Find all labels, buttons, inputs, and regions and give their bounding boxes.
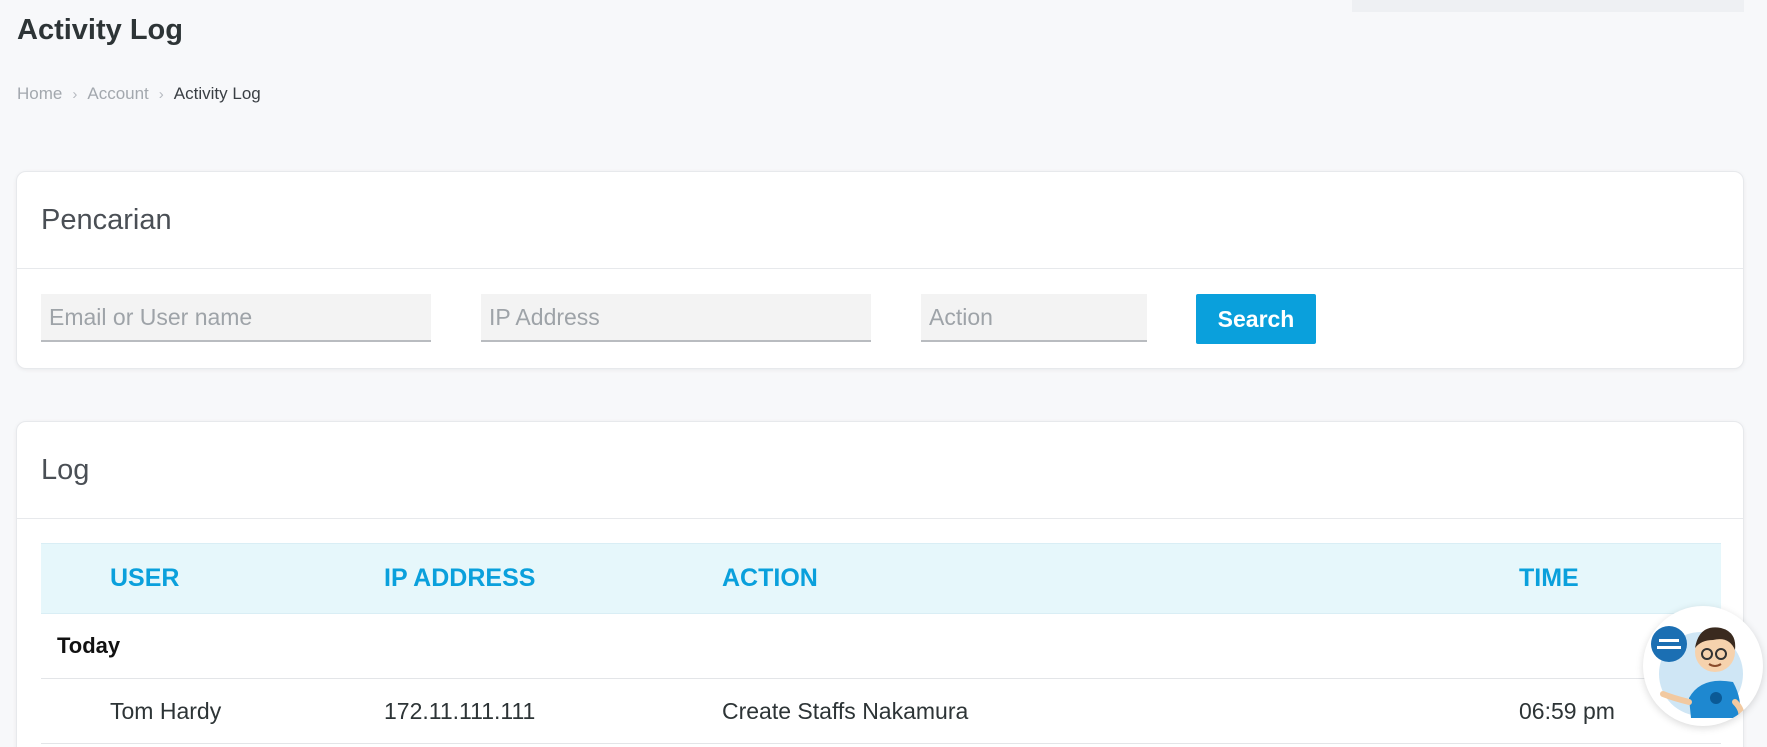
action-input[interactable] (921, 294, 1147, 342)
column-header-time[interactable]: TIME (1519, 543, 1721, 614)
support-agent-icon[interactable] (1643, 606, 1763, 726)
table-header-row: USER IP ADDRESS ACTION TIME (41, 543, 1721, 614)
breadcrumb-account[interactable]: Account (87, 84, 148, 104)
column-header-action[interactable]: ACTION (722, 543, 1519, 614)
column-header-ip-address[interactable]: IP ADDRESS (384, 543, 722, 614)
top-bar-fragment (1352, 0, 1744, 12)
search-card-header: Pencarian (17, 172, 1743, 269)
breadcrumb-current: Activity Log (173, 84, 261, 103)
breadcrumb: Home › Account › Activity Log (17, 84, 261, 104)
search-button[interactable]: Search (1196, 294, 1316, 344)
user-search-input[interactable] (41, 294, 431, 342)
log-card-title: Log (41, 453, 90, 486)
cell-user: Tom Hardy (41, 678, 384, 744)
cell-action: Create Staffs Nakamura (722, 678, 1519, 744)
search-card: Pencarian Search (16, 171, 1744, 369)
column-header-user[interactable]: USER (41, 543, 384, 614)
support-agent-illustration (1647, 610, 1759, 722)
log-card: Log USER IP ADDRESS ACTION TIME Today To… (16, 421, 1744, 747)
log-table: USER IP ADDRESS ACTION TIME Today Tom Ha… (41, 543, 1721, 744)
chevron-right-icon: › (158, 85, 164, 103)
table-row[interactable]: Tom Hardy 172.11.111.111 Create Staffs N… (41, 678, 1721, 744)
chevron-right-icon: › (72, 85, 78, 103)
group-label: Today (41, 613, 1721, 679)
search-card-title: Pencarian (41, 203, 172, 236)
log-card-header: Log (17, 422, 1743, 519)
ip-address-input[interactable] (481, 294, 871, 342)
group-row: Today (41, 613, 1721, 679)
breadcrumb-home[interactable]: Home (17, 84, 62, 104)
page-title: Activity Log (17, 14, 183, 46)
cell-ip-address: 172.11.111.111 (384, 678, 722, 744)
